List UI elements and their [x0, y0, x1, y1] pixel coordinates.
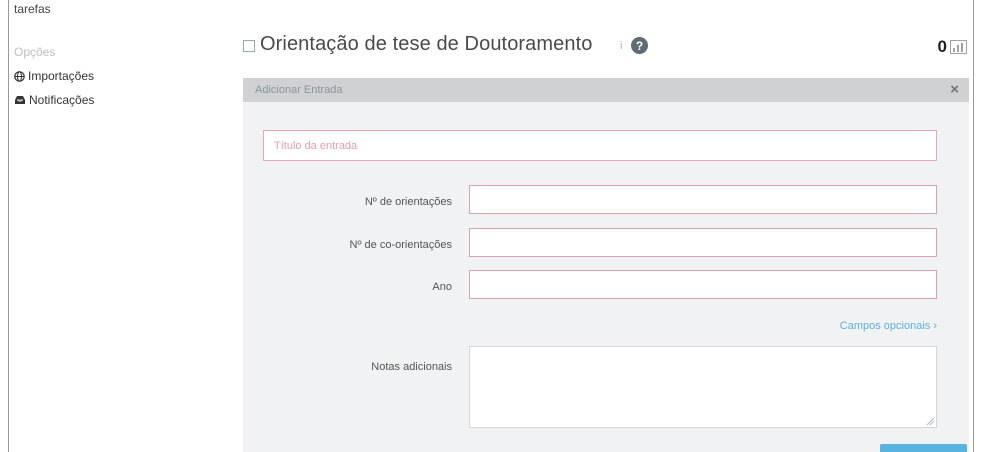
- ano-label: Ano: [432, 281, 452, 293]
- section-header: Orientação de tese de Doutoramento i ? 0: [243, 33, 969, 59]
- optional-fields-link[interactable]: Campos opcionais ›: [840, 320, 937, 332]
- orientacoes-label: Nº de orientações: [364, 196, 452, 208]
- panel-title: Adicionar Entrada: [255, 84, 343, 96]
- panel-title-bar: Adicionar Entrada ×: [243, 78, 969, 102]
- inbox-icon: [14, 95, 26, 105]
- sidebar-top-label: tarefas: [14, 2, 51, 16]
- help-icon[interactable]: ?: [631, 37, 648, 54]
- globe-icon: [14, 70, 25, 82]
- page-title: Orientação de tese de Doutoramento: [260, 33, 593, 55]
- sidebar-item-notificacoes[interactable]: Notificações: [14, 93, 94, 107]
- select-checkbox[interactable]: [243, 40, 255, 52]
- coorientacoes-input[interactable]: [469, 228, 937, 257]
- resize-handle-icon[interactable]: [925, 413, 935, 426]
- entry-count: 0: [937, 37, 947, 56]
- notes-textarea[interactable]: [469, 346, 937, 428]
- sidebar-item-importacoes[interactable]: Importações: [14, 69, 94, 83]
- notas-label: Notas adicionais: [371, 361, 452, 373]
- sidebar-item-label: Notificações: [29, 93, 95, 107]
- orientacoes-input[interactable]: [469, 185, 937, 214]
- coorientacoes-label: Nº de co-orientações: [349, 239, 452, 251]
- save-button[interactable]: [880, 444, 967, 452]
- sidebar-options-heading: Opções: [14, 45, 56, 59]
- title-info-marker: i: [620, 40, 623, 52]
- add-entry-panel: Adicionar Entrada × Nº de orientações Nº…: [243, 78, 969, 452]
- entry-title-input[interactable]: [263, 130, 937, 161]
- sidebar-item-label: Importações: [28, 69, 95, 83]
- close-icon[interactable]: ×: [950, 81, 959, 98]
- bar-chart-icon[interactable]: [950, 40, 967, 54]
- ano-input[interactable]: [469, 270, 937, 299]
